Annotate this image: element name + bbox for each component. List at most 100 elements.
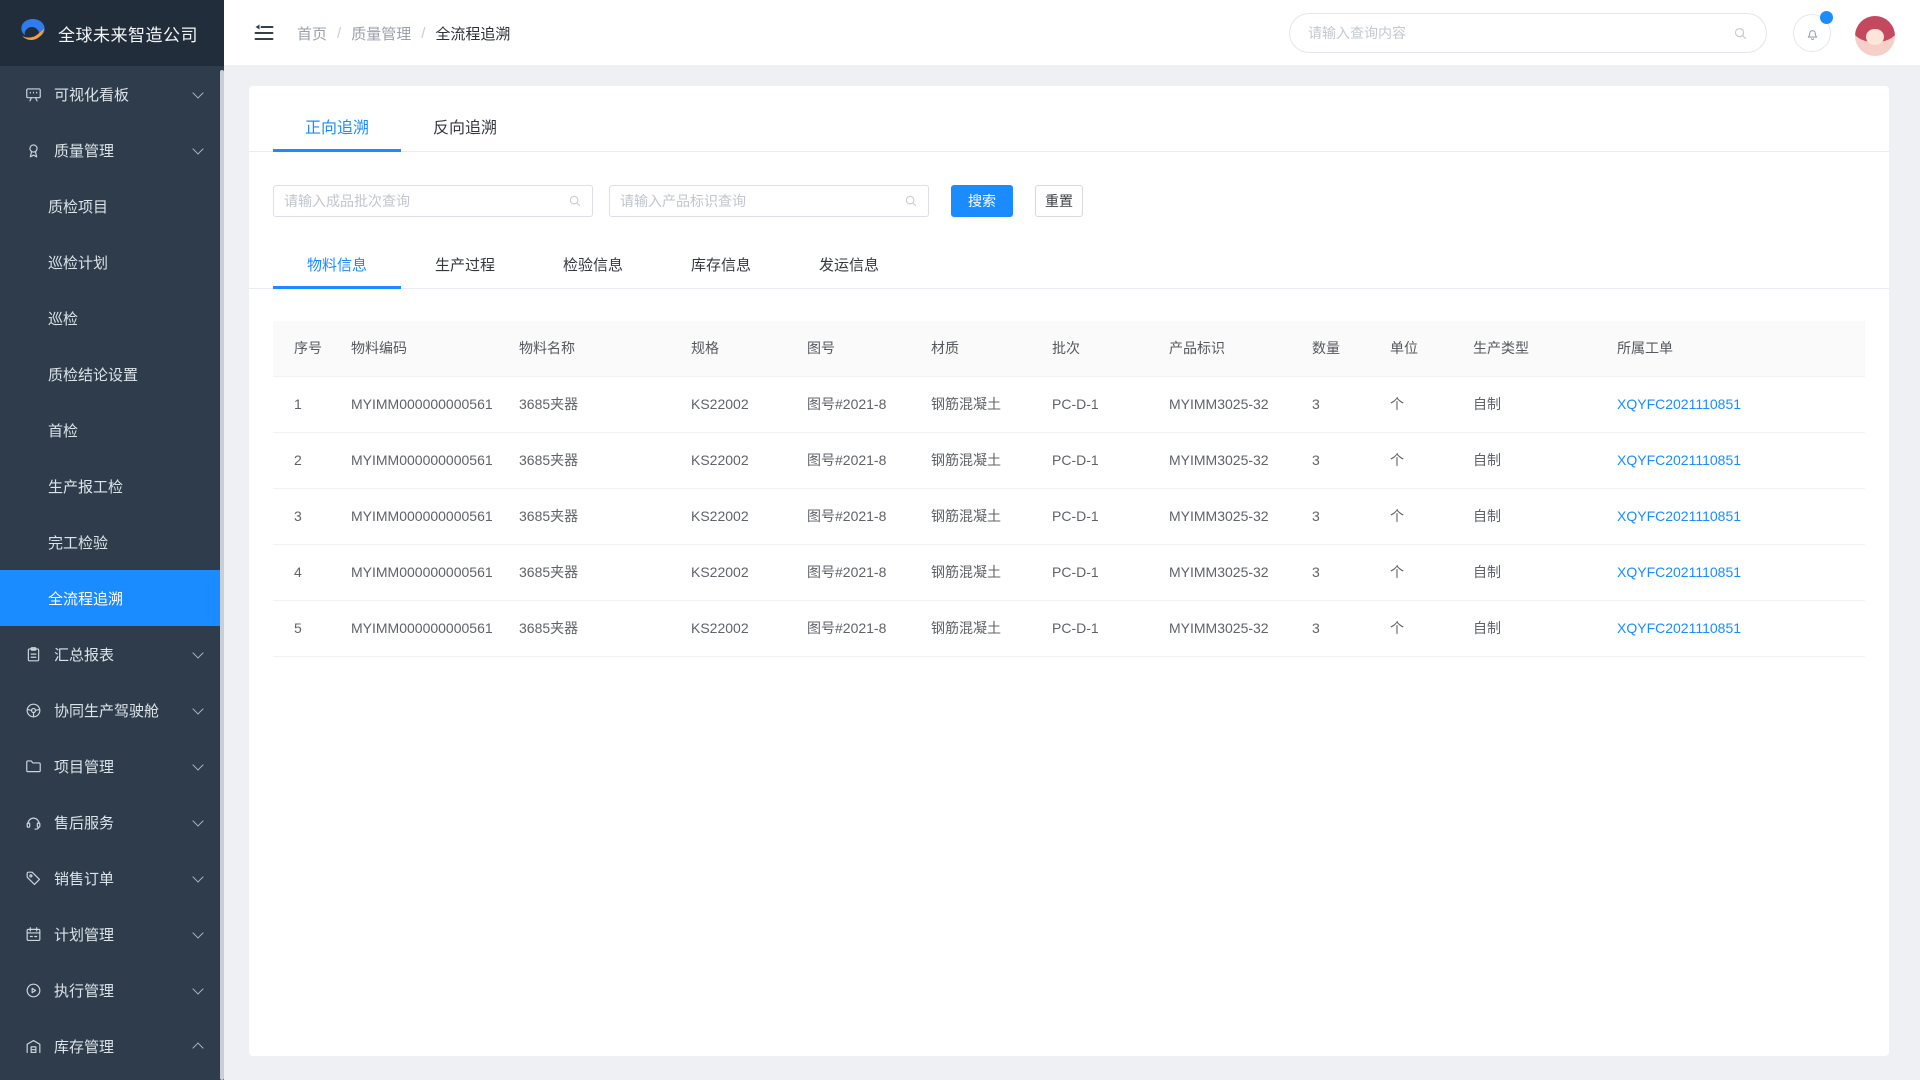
table-row: 3MYIMM0000000005613685夹器KS22002图号#2021-8… bbox=[273, 488, 1865, 544]
search-icon bbox=[1733, 26, 1748, 41]
column-header: 物料编码 bbox=[351, 321, 519, 376]
company-logo-icon bbox=[18, 16, 48, 51]
sidebar-item[interactable]: 协同生产驾驶舱 bbox=[0, 682, 224, 738]
product-id-search-input[interactable] bbox=[620, 193, 904, 209]
table-cell: MYIMM000000000561 bbox=[351, 488, 519, 544]
global-search bbox=[1289, 13, 1767, 53]
breadcrumb-item[interactable]: 首页 bbox=[297, 23, 327, 44]
sidebar-item[interactable]: 可视化看板 bbox=[0, 66, 224, 122]
search-icon bbox=[904, 194, 918, 208]
breadcrumb: 首页/质量管理/全流程追溯 bbox=[297, 0, 510, 66]
table-cell: 3685夹器 bbox=[519, 488, 691, 544]
table-cell: 4 bbox=[273, 544, 351, 600]
sidebar-item[interactable]: 质检项目 bbox=[0, 178, 224, 234]
table-cell: 3 bbox=[273, 488, 351, 544]
sidebar-item[interactable]: 完工检验 bbox=[0, 514, 224, 570]
tab[interactable]: 发运信息 bbox=[785, 244, 913, 288]
search-icon bbox=[568, 194, 582, 208]
user-avatar[interactable] bbox=[1855, 16, 1895, 56]
column-header: 物料名称 bbox=[519, 321, 691, 376]
warehouse-icon bbox=[24, 1037, 43, 1056]
table-cell: 钢筋混凝土 bbox=[931, 544, 1052, 600]
table-cell: 图号#2021-8 bbox=[807, 488, 931, 544]
table-cell: MYIMM3025-32 bbox=[1169, 432, 1312, 488]
company-name: 全球未来智造公司 bbox=[58, 21, 198, 46]
table-cell: 个 bbox=[1390, 600, 1473, 656]
info-tabs: 物料信息生产过程检验信息库存信息发运信息 bbox=[249, 223, 1889, 289]
chevron-down-icon bbox=[192, 143, 203, 154]
work-order-link[interactable]: XQYFC2021110851 bbox=[1617, 432, 1865, 488]
search-button[interactable]: 搜索 bbox=[951, 185, 1013, 217]
table-cell: 自制 bbox=[1473, 488, 1617, 544]
sidebar-item[interactable]: 首检 bbox=[0, 402, 224, 458]
notification-badge bbox=[1820, 11, 1833, 24]
column-header: 批次 bbox=[1052, 321, 1169, 376]
table-cell: 自制 bbox=[1473, 376, 1617, 432]
tab[interactable]: 生产过程 bbox=[401, 244, 529, 288]
table-cell: 5 bbox=[273, 600, 351, 656]
sidebar-item[interactable]: 计划管理 bbox=[0, 906, 224, 962]
sidebar-item[interactable]: 质量管理 bbox=[0, 122, 224, 178]
sidebar-item[interactable]: 汇总报表 bbox=[0, 626, 224, 682]
headset-icon bbox=[24, 813, 43, 832]
work-order-link[interactable]: XQYFC2021110851 bbox=[1617, 488, 1865, 544]
top-bar: 首页/质量管理/全流程追溯 bbox=[224, 0, 1920, 66]
sidebar-item[interactable]: 执行管理 bbox=[0, 962, 224, 1018]
breadcrumb-separator: / bbox=[337, 25, 341, 42]
bell-icon bbox=[1804, 25, 1821, 42]
tab[interactable]: 正向追溯 bbox=[273, 107, 401, 151]
table-cell: 个 bbox=[1390, 488, 1473, 544]
column-header: 数量 bbox=[1312, 321, 1390, 376]
breadcrumb-item[interactable]: 质量管理 bbox=[351, 23, 411, 44]
batch-search-input[interactable] bbox=[284, 193, 568, 209]
trace-tabs: 正向追溯反向追溯 bbox=[249, 86, 1889, 152]
tab[interactable]: 库存信息 bbox=[657, 244, 785, 288]
chevron-down-icon bbox=[192, 871, 203, 882]
table-cell: 个 bbox=[1390, 544, 1473, 600]
column-header: 序号 bbox=[273, 321, 351, 376]
sidebar-item[interactable]: 库存管理 bbox=[0, 1018, 224, 1074]
chevron-down-icon bbox=[192, 815, 203, 826]
tab[interactable]: 反向追溯 bbox=[401, 107, 529, 151]
table-cell: MYIMM3025-32 bbox=[1169, 376, 1312, 432]
table-cell: 2 bbox=[273, 432, 351, 488]
table-cell: MYIMM000000000561 bbox=[351, 600, 519, 656]
sidebar-item[interactable]: 售后服务 bbox=[0, 794, 224, 850]
work-order-link[interactable]: XQYFC2021110851 bbox=[1617, 600, 1865, 656]
table-cell: MYIMM000000000561 bbox=[351, 376, 519, 432]
tab[interactable]: 物料信息 bbox=[273, 244, 401, 288]
sidebar-item[interactable]: 生产报工检 bbox=[0, 458, 224, 514]
sidebar-scrollbar[interactable] bbox=[220, 70, 224, 1080]
sidebar-item[interactable]: 项目管理 bbox=[0, 738, 224, 794]
sidebar: 全球未来智造公司 可视化看板 质量管理 质检项目 巡检计划 巡检 质检结论设置 … bbox=[0, 0, 224, 1080]
table-cell: 钢筋混凝土 bbox=[931, 376, 1052, 432]
notification-button[interactable] bbox=[1793, 14, 1831, 52]
work-order-link[interactable]: XQYFC2021110851 bbox=[1617, 544, 1865, 600]
chevron-down-icon bbox=[192, 927, 203, 938]
table-cell: 图号#2021-8 bbox=[807, 432, 931, 488]
sidebar-item[interactable]: 巡检计划 bbox=[0, 234, 224, 290]
sidebar-item[interactable]: 巡检 bbox=[0, 290, 224, 346]
sidebar-item[interactable]: 销售订单 bbox=[0, 850, 224, 906]
folder-icon bbox=[24, 757, 43, 776]
table-cell: 图号#2021-8 bbox=[807, 376, 931, 432]
sidebar-item[interactable]: 全流程追溯 bbox=[0, 570, 224, 626]
table-cell: 3 bbox=[1312, 544, 1390, 600]
table-cell: 3685夹器 bbox=[519, 432, 691, 488]
reset-button[interactable]: 重置 bbox=[1035, 185, 1083, 217]
report-icon bbox=[24, 645, 43, 664]
table-cell: 3685夹器 bbox=[519, 544, 691, 600]
sidebar-item[interactable]: 质检结论设置 bbox=[0, 346, 224, 402]
global-search-input[interactable] bbox=[1308, 25, 1733, 41]
table-cell: KS22002 bbox=[691, 544, 807, 600]
table-row: 5MYIMM0000000005613685夹器KS22002图号#2021-8… bbox=[273, 600, 1865, 656]
product-id-search-field bbox=[609, 185, 929, 217]
sidebar-collapse-button[interactable] bbox=[250, 20, 278, 46]
tab[interactable]: 检验信息 bbox=[529, 244, 657, 288]
table-cell: 3 bbox=[1312, 432, 1390, 488]
table-cell: PC-D-1 bbox=[1052, 488, 1169, 544]
work-order-link[interactable]: XQYFC2021110851 bbox=[1617, 376, 1865, 432]
table-cell: PC-D-1 bbox=[1052, 376, 1169, 432]
table-cell: MYIMM3025-32 bbox=[1169, 488, 1312, 544]
chevron-down-icon bbox=[192, 983, 203, 994]
